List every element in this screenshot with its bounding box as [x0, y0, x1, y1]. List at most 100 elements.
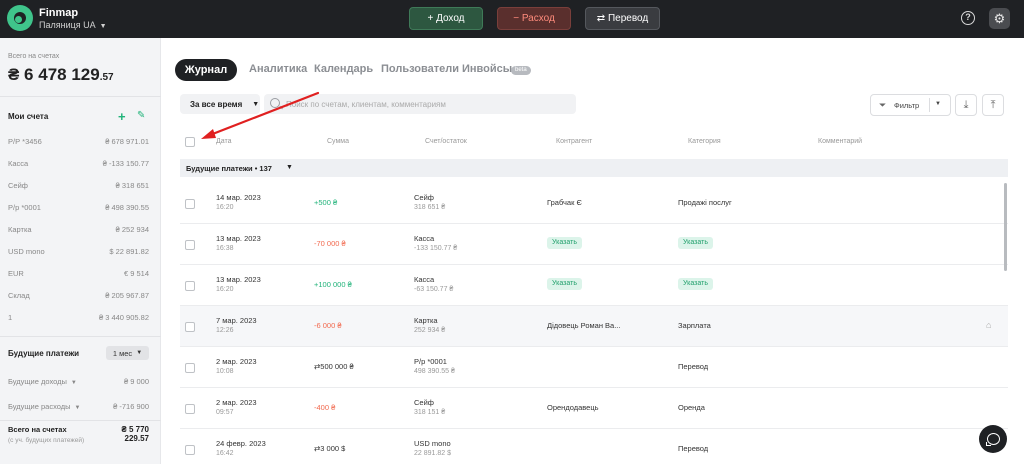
gear-icon[interactable]: ⚙: [989, 8, 1010, 29]
tab-users[interactable]: Пользователи: [381, 63, 459, 75]
row-category: Зарплата: [678, 321, 711, 330]
search-input[interactable]: [286, 97, 566, 111]
account-row[interactable]: Р/р *0001 ₴ 498 390.55: [8, 203, 149, 217]
row-checkbox[interactable]: [185, 404, 195, 414]
account-balance: ₴ 678 971.01: [105, 137, 149, 146]
account-row[interactable]: USD mono $ 22 891.82: [8, 247, 149, 261]
divider: [0, 96, 161, 97]
period-select[interactable]: За все время ▼: [180, 94, 260, 114]
tab-analytics[interactable]: Аналитика: [249, 63, 307, 75]
account-name: Сейф: [8, 181, 28, 190]
row-amount: ⇄3 000 $: [314, 444, 346, 453]
row-checkbox[interactable]: [185, 240, 195, 250]
table-row[interactable]: 14 мар. 2023 16:20 +500 ₴ Сейф 318 651 ₴…: [180, 183, 1008, 224]
download-icon[interactable]: ⤓: [955, 94, 977, 116]
table-row[interactable]: 7 мар. 2023 12:26 -6 000 ₴ Картка 252 93…: [180, 306, 1008, 347]
column-header-date[interactable]: Дата: [216, 138, 232, 145]
set-category-pill[interactable]: Указать: [678, 237, 713, 249]
row-account-balance: 318 151 ₴: [414, 409, 446, 416]
account-name: Склад: [8, 291, 30, 300]
account-name: Р/р *0001: [8, 203, 41, 212]
chevron-down-icon[interactable]: ▼: [286, 164, 293, 171]
account-balance: ₴ 498 390.55: [105, 203, 149, 212]
row-checkbox[interactable]: [185, 363, 195, 373]
row-amount: -70 000 ₴: [314, 239, 346, 248]
company-selector[interactable]: Паляниця UA ▼: [39, 20, 107, 30]
row-time: 16:20: [216, 204, 234, 211]
table-scrollbar[interactable]: [1004, 183, 1007, 271]
tab-invoices[interactable]: Инвойсы: [462, 63, 512, 75]
add-expense-button[interactable]: − Расход: [497, 7, 571, 30]
column-header-amount[interactable]: Сумма: [327, 138, 349, 145]
search-box[interactable]: [264, 94, 576, 114]
account-row[interactable]: EUR € 9 514: [8, 269, 149, 283]
add-income-button[interactable]: + Доход: [409, 7, 483, 30]
column-header-account[interactable]: Счет/остаток: [425, 138, 467, 145]
account-row[interactable]: Сейф ₴ 318 651: [8, 181, 149, 195]
tag-icon[interactable]: ⌂: [986, 320, 991, 330]
chevron-down-icon[interactable]: ▼: [71, 380, 77, 386]
column-header-counterparty[interactable]: Контрагент: [556, 138, 592, 145]
funnel-icon: ⏷: [879, 100, 887, 110]
table-row[interactable]: 13 мар. 2023 16:38 -70 000 ₴ Касса -133 …: [180, 224, 1008, 265]
edit-pencil-icon[interactable]: ✎: [137, 110, 145, 121]
account-balance: ₴ 318 651: [115, 181, 149, 190]
account-row[interactable]: Р/Р *3456 ₴ 678 971.01: [8, 137, 149, 151]
sidebar: Всего на счетах ₴ 6 478 129.57 Мои счета…: [0, 38, 161, 464]
row-date: 2 мар. 2023: [216, 398, 257, 407]
table-row[interactable]: 2 мар. 2023 09:57 -400 ₴ Сейф 318 151 ₴ …: [180, 388, 1008, 429]
upload-icon[interactable]: ⤒: [982, 94, 1004, 116]
filter-button[interactable]: ⏷ Фильтр ▼: [870, 94, 951, 116]
chevron-down-icon[interactable]: ▼: [75, 405, 81, 411]
divider: [0, 420, 161, 421]
row-checkbox[interactable]: [185, 445, 195, 455]
account-row[interactable]: Картка ₴ 252 934: [8, 225, 149, 239]
set-category-pill[interactable]: Указать: [678, 278, 713, 290]
add-account-icon[interactable]: +: [118, 109, 126, 124]
row-category: Продажі послуг: [678, 198, 732, 207]
set-counterparty-pill[interactable]: Указать: [547, 278, 582, 290]
row-amount: -6 000 ₴: [314, 321, 342, 330]
row-checkbox[interactable]: [185, 199, 195, 209]
row-account: Касса: [414, 234, 435, 243]
account-balance: $ 22 891.82: [109, 247, 149, 256]
future-payments-group[interactable]: Будущие платежи • 137 ▼: [180, 159, 1008, 177]
set-counterparty-pill[interactable]: Указать: [547, 237, 582, 249]
account-name: Касса: [8, 159, 29, 168]
total-balance-main: ₴ 6 478 129: [8, 65, 100, 84]
group-title: Будущие платежи • 137: [186, 164, 272, 173]
column-header-category[interactable]: Категория: [688, 138, 721, 145]
account-name: Р/Р *3456: [8, 137, 42, 146]
row-account-balance: 252 934 ₴: [414, 327, 446, 334]
company-name: Паляниця UA: [39, 20, 96, 30]
account-row[interactable]: Склад ₴ 205 967.87: [8, 291, 149, 305]
account-name: 1: [8, 313, 13, 322]
table-row[interactable]: 24 февр. 2023 16:42 ⇄3 000 $ USD mono 22…: [180, 429, 1008, 464]
future-row-balance: ₴ -716 900: [113, 402, 149, 411]
future-row-name: Будущие доходы: [8, 377, 67, 386]
select-all-checkbox[interactable]: [185, 137, 195, 147]
chat-bubble-icon[interactable]: [979, 425, 1007, 453]
beta-badge: beta: [511, 66, 531, 75]
row-checkbox[interactable]: [185, 281, 195, 291]
row-time: 16:38: [216, 245, 234, 252]
account-name: EUR: [8, 269, 24, 278]
table-row[interactable]: 13 мар. 2023 16:20 +100 000 ₴ Касса -63 …: [180, 265, 1008, 306]
column-header-comment[interactable]: Комментарий: [818, 138, 862, 145]
row-account: Сейф: [414, 398, 434, 407]
table-row[interactable]: 2 мар. 2023 10:08 ⇄500 000 ₴ Р/р *0001 4…: [180, 347, 1008, 388]
account-row[interactable]: Касса ₴ -133 150.77: [8, 159, 149, 173]
future-period-select[interactable]: 1 мес ▼: [106, 346, 149, 360]
row-account-balance: -133 150.77 ₴: [414, 245, 458, 252]
row-counterparty: Орендодавець: [547, 403, 599, 412]
row-checkbox[interactable]: [185, 322, 195, 332]
chevron-down-icon[interactable]: ▼: [935, 101, 941, 107]
account-name: Картка: [8, 225, 32, 234]
tab-calendar[interactable]: Календарь: [314, 63, 373, 75]
account-name: USD mono: [8, 247, 45, 256]
tab-journal[interactable]: Журнал: [175, 59, 237, 81]
add-transfer-button[interactable]: ⇄ Перевод: [585, 7, 660, 30]
row-time: 16:20: [216, 286, 234, 293]
question-icon[interactable]: ?: [961, 11, 975, 25]
account-row[interactable]: 1 ₴ 3 440 905.82: [8, 313, 149, 327]
